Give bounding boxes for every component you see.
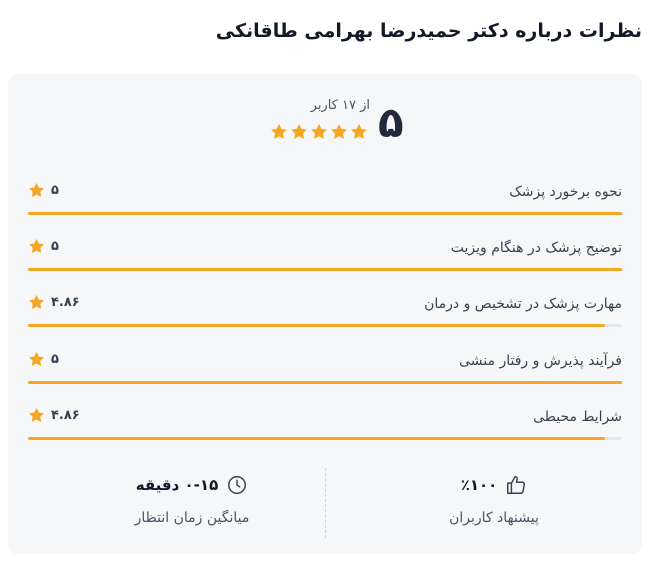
star-icon xyxy=(331,124,347,139)
rating-row: مهارت پزشک در تشخیص و درمان ۴.۸۶ xyxy=(28,294,622,352)
rating-label: نحوه برخورد پزشک xyxy=(509,184,622,200)
thumbs-up-icon xyxy=(507,476,526,494)
rating-bar-track xyxy=(28,212,622,215)
rating-bar-fill xyxy=(28,437,606,440)
rating-bar-fill xyxy=(28,324,606,327)
rating-bar-track xyxy=(28,437,622,440)
rating-score: ۴.۸۶ xyxy=(51,408,80,423)
rating-bar-track xyxy=(28,381,622,384)
average-score: ۵ xyxy=(378,98,404,147)
star-icon xyxy=(311,124,327,139)
star-icon xyxy=(29,295,44,309)
rating-row: فرآیند پذیرش و رفتار منشی ۵ xyxy=(28,351,622,409)
star-icon xyxy=(29,408,44,422)
rating-value: ۵ xyxy=(28,182,59,199)
page-title: نظرات درباره دکتر حمیدرضا بهرامی طاقانکی xyxy=(215,20,642,42)
rating-value: ۵ xyxy=(28,238,59,255)
star-icon xyxy=(29,239,44,253)
summary-stars xyxy=(270,123,370,141)
recommend-caption: پیشنهاد کاربران xyxy=(449,510,539,526)
star-icon xyxy=(29,183,44,197)
rating-bar-fill xyxy=(28,381,622,384)
reviews-card: ۵ از ۱۷ کاربر نحوه برخورد پزشک ۵ توضیح پزش… xyxy=(8,74,642,554)
wait-value-row: ۰-۱۵ دقیقه xyxy=(62,474,322,496)
rating-label: شرایط محیطی xyxy=(533,409,622,425)
rating-label: فرآیند پذیرش و رفتار منشی xyxy=(459,353,622,369)
stats-divider xyxy=(325,468,326,538)
rating-bar-track xyxy=(28,324,622,327)
star-icon xyxy=(29,352,44,366)
rating-summary: ۵ از ۱۷ کاربر xyxy=(8,98,642,158)
summary-details: از ۱۷ کاربر xyxy=(270,98,370,141)
rating-score: ۵ xyxy=(51,183,59,198)
recommend-value: ٪۱۰۰ xyxy=(460,476,498,494)
star-icon xyxy=(271,124,287,139)
rating-score: ۵ xyxy=(51,352,59,367)
recommend-stat: ٪۱۰۰ پیشنهاد کاربران xyxy=(364,474,624,526)
rating-row: شرایط محیطی ۴.۸۶ xyxy=(28,407,622,465)
wait-value: ۰-۱۵ دقیقه xyxy=(135,476,219,494)
star-icon xyxy=(291,124,307,139)
rating-bar-track xyxy=(28,268,622,271)
rating-label: توضیح پزشک در هنگام ویزیت xyxy=(450,240,622,256)
rating-score: ۴.۸۶ xyxy=(51,295,80,310)
clock-icon xyxy=(228,476,247,494)
rating-value: ۴.۸۶ xyxy=(28,407,80,424)
stats-section: ٪۱۰۰ پیشنهاد کاربران ۰-۱۵ دقیقه میانگین … xyxy=(8,468,642,540)
rating-value: ۴.۸۶ xyxy=(28,294,80,311)
rating-value: ۵ xyxy=(28,351,59,368)
rating-row: توضیح پزشک در هنگام ویزیت ۵ xyxy=(28,238,622,296)
recommend-value-row: ٪۱۰۰ xyxy=(364,474,624,496)
rating-row: نحوه برخورد پزشک ۵ xyxy=(28,182,622,240)
rating-bar-fill xyxy=(28,212,622,215)
star-icon xyxy=(351,124,367,139)
wait-time-stat: ۰-۱۵ دقیقه میانگین زمان انتظار xyxy=(62,474,322,526)
rating-bar-fill xyxy=(28,268,622,271)
rating-label: مهارت پزشک در تشخیص و درمان xyxy=(424,296,622,312)
wait-caption: میانگین زمان انتظار xyxy=(134,510,250,526)
rating-score: ۵ xyxy=(51,239,59,254)
reviewer-count: از ۱۷ کاربر xyxy=(310,98,370,113)
